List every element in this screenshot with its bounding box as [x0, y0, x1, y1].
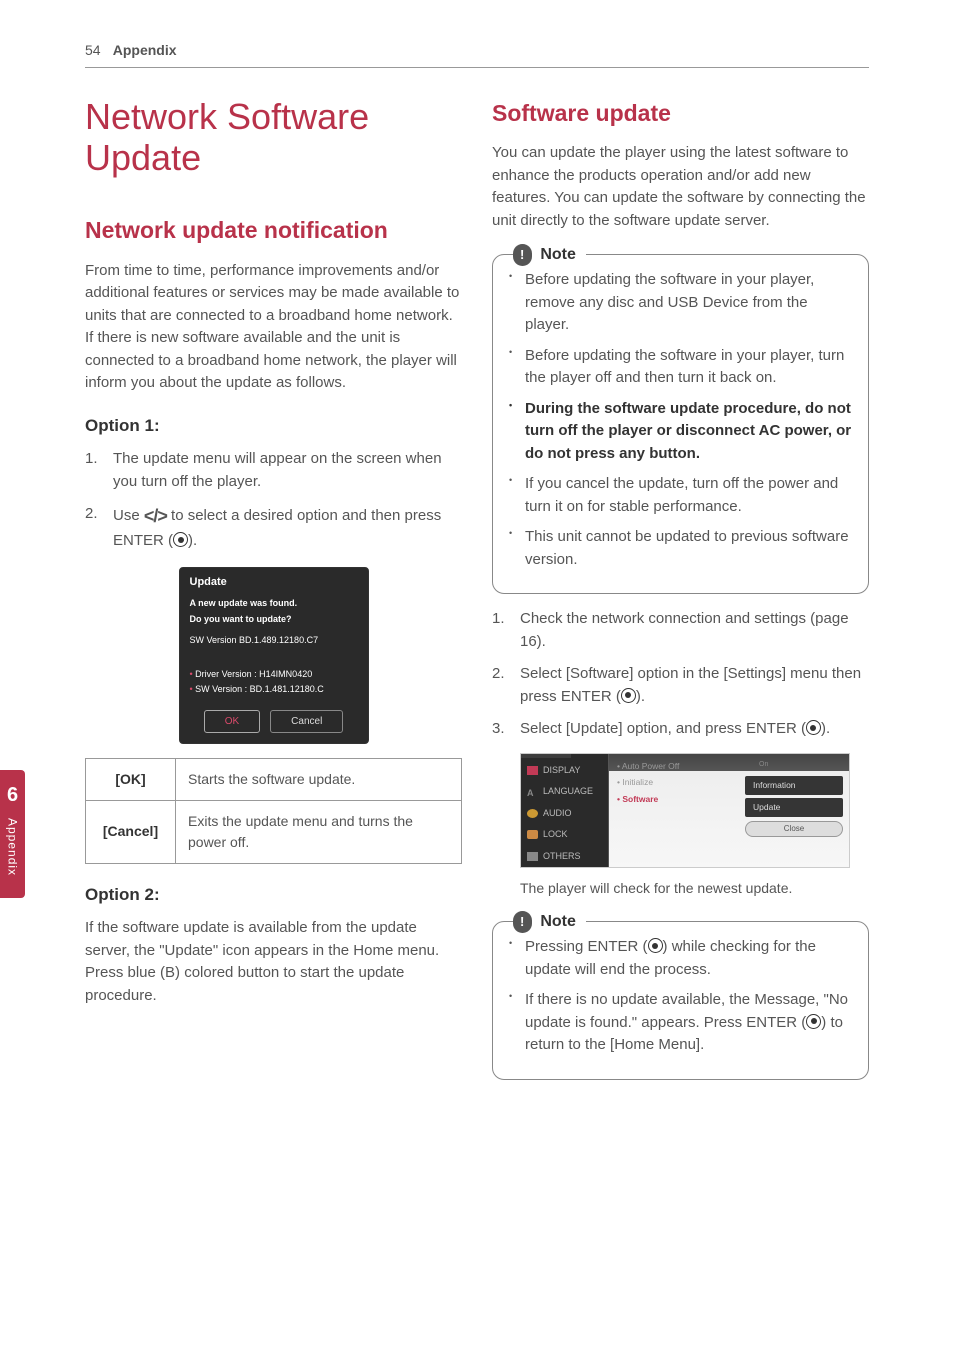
step-text: ). — [188, 532, 197, 549]
note-badge-icon: ! — [513, 244, 532, 266]
enter-icon — [806, 1014, 821, 1029]
step-text: Select [Software] option in the [Setting… — [520, 665, 861, 705]
table-row: [Cancel] Exits the update menu and turns… — [86, 800, 462, 863]
bullet-item: If there is no update available, the Mes… — [507, 989, 854, 1057]
menu-label: DISPLAY — [543, 764, 580, 778]
note-bullets: Before updating the software in your pla… — [507, 269, 854, 571]
main-title: Network Software Update — [85, 96, 462, 179]
menu-sidebar: DISPLAY ALANGUAGE AUDIO LOCK OTHERS — [521, 754, 609, 868]
menu-label: LANGUAGE — [543, 785, 593, 799]
close-button: Close — [745, 821, 843, 837]
step-item: The update menu will appear on the scree… — [85, 448, 462, 493]
note-bullets: Pressing ENTER () while checking for the… — [507, 936, 854, 1057]
option-label: [Cancel] — [86, 800, 176, 863]
update-dialog-screenshot: Update A new update was found. Do you wa… — [179, 567, 369, 744]
note-box: ! Note Before updating the software in y… — [492, 254, 869, 594]
screenshot-caption: The player will check for the newest upd… — [520, 878, 869, 899]
menu-label: LOCK — [543, 828, 568, 842]
dialog-line: Do you want to update? — [180, 612, 368, 628]
note-label-text: Note — [540, 243, 576, 267]
option-label: [OK] — [86, 758, 176, 800]
dialog-title: Update — [180, 568, 368, 597]
note-badge-icon: ! — [513, 911, 532, 933]
step-item: Check the network connection and setting… — [492, 608, 869, 653]
bullet-item: This unit cannot be updated to previous … — [507, 526, 854, 571]
ok-button: OK — [204, 710, 260, 733]
menu-item: AUDIO — [521, 803, 608, 825]
step-text: Check the network connection and setting… — [520, 610, 849, 650]
menu-option: Update — [745, 798, 843, 817]
enter-icon — [806, 720, 821, 735]
menu-right: On Information Update Close — [739, 754, 849, 868]
settings-menu-screenshot: DISPLAY ALANGUAGE AUDIO LOCK OTHERS Auto… — [520, 753, 850, 869]
bullet-item: If you cancel the update, turn off the p… — [507, 473, 854, 518]
dialog-line: SW Version : BD.1.481.12180.C — [180, 682, 368, 698]
procedure-steps: Check the network connection and setting… — [492, 608, 869, 741]
option1-title: Option 1: — [85, 413, 462, 439]
step-item: Select [Software] option in the [Setting… — [492, 663, 869, 708]
subsection-title: Network update notification — [85, 213, 462, 248]
step-text: ). — [636, 688, 645, 705]
option2-text: If the software update is available from… — [85, 917, 462, 1007]
left-column: Network Software Update Network update n… — [85, 96, 462, 1094]
step-text: Use — [113, 507, 144, 524]
note-header: ! Note — [513, 910, 586, 934]
option-desc: Starts the software update. — [176, 758, 462, 800]
step-item: Select [Update] option, and press ENTER … — [492, 718, 869, 741]
table-row: [OK] Starts the software update. — [86, 758, 462, 800]
menu-label: OTHERS — [543, 850, 581, 864]
step-item: Use </> to select a desired option and t… — [85, 503, 462, 553]
menu-option: Information — [745, 776, 843, 795]
step-text: Select [Update] option, and press ENTER … — [520, 720, 806, 737]
menu-label: AUDIO — [543, 807, 572, 821]
bullet-item: During the software update procedure, do… — [507, 398, 854, 466]
intro-paragraph: From time to time, performance improveme… — [85, 260, 462, 395]
option-desc: Exits the update menu and turns the powe… — [176, 800, 462, 863]
bullet-item: Pressing ENTER () while checking for the… — [507, 936, 854, 981]
bullet-text: If there is no update available, the Mes… — [525, 991, 848, 1031]
menu-value: On — [745, 757, 843, 774]
note-label-text: Note — [540, 910, 576, 934]
bullet-text: Pressing ENTER ( — [525, 938, 648, 955]
menu-item: DISPLAY — [521, 760, 608, 782]
enter-icon — [621, 688, 636, 703]
section-name: Appendix — [113, 42, 177, 58]
dialog-line: SW Version BD.1.489.12180.C7 — [180, 633, 368, 649]
dialog-line: Driver Version : H14IMN0420 — [180, 667, 368, 683]
page-number: 54 — [85, 42, 101, 58]
menu-item: LOCK — [521, 824, 608, 846]
note-box: ! Note Pressing ENTER () while checking … — [492, 921, 869, 1080]
cancel-button: Cancel — [270, 710, 343, 733]
option1-steps: The update menu will appear on the scree… — [85, 448, 462, 553]
submenu-item-selected: Software — [617, 791, 731, 808]
page-content: 54 Appendix Network Software Update Netw… — [0, 0, 954, 1134]
subsection-title: Software update — [492, 96, 869, 131]
right-column: Software update You can update the playe… — [492, 96, 869, 1094]
menu-item: ALANGUAGE — [521, 781, 608, 803]
arrows-icon: </> — [144, 506, 167, 526]
step-text: ). — [821, 720, 830, 737]
intro-paragraph: You can update the player using the late… — [492, 142, 869, 232]
step-text: The update menu will appear on the scree… — [113, 450, 442, 490]
options-table: [OK] Starts the software update. [Cancel… — [85, 758, 462, 864]
submenu-item: Auto Power Off — [617, 758, 731, 775]
submenu-item: Initialize — [617, 774, 731, 791]
enter-icon — [173, 532, 188, 547]
page-header: 54 Appendix — [85, 40, 869, 68]
enter-icon — [648, 938, 663, 953]
menu-item: OTHERS — [521, 846, 608, 868]
dialog-line: A new update was found. — [180, 596, 368, 612]
menu-middle: Auto Power Off Initialize Software — [609, 754, 739, 868]
bullet-item: Before updating the software in your pla… — [507, 269, 854, 337]
bullet-item: Before updating the software in your pla… — [507, 345, 854, 390]
dialog-buttons: OK Cancel — [180, 698, 368, 743]
note-header: ! Note — [513, 243, 586, 267]
option2-title: Option 2: — [85, 882, 462, 908]
